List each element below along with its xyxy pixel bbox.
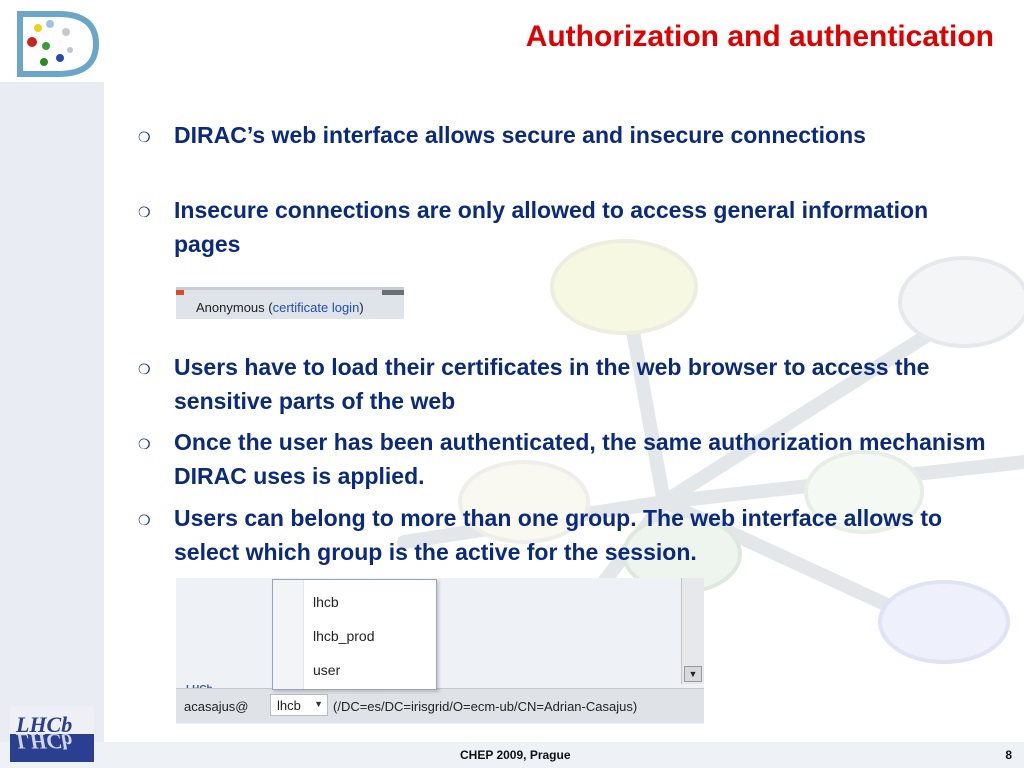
menu-icon-stripe	[273, 580, 304, 689]
group-selector-screenshot: LHCb ▼ acasajus@ lhcb ▼ (/DC=es/DC=irisg…	[176, 578, 704, 724]
slide-sidebar	[0, 82, 104, 742]
lhcb-logo: LHCb LHCb	[10, 706, 94, 762]
slide-title: Authorization and authentication	[525, 20, 994, 53]
anonymous-label: Anonymous (certificate login)	[196, 300, 364, 315]
anonymous-login-bar: Anonymous (certificate login)	[176, 287, 404, 319]
username-label: acasajus@	[184, 699, 249, 714]
session-status-bar: acasajus@ lhcb ▼ (/DC=es/DC=irisgrid/O=e…	[176, 688, 704, 723]
group-select[interactable]: lhcb ▼	[270, 694, 328, 716]
bar-edge-red	[176, 290, 184, 295]
chevron-down-icon: ▼	[314, 699, 323, 709]
scroll-down-icon[interactable]: ▼	[684, 666, 702, 682]
group-dropdown-menu: lhcb lhcb_prod user	[272, 579, 437, 690]
certificate-login-link[interactable]: certificate login	[273, 300, 360, 315]
footer-conference: CHEP 2009, Prague	[460, 748, 571, 762]
menu-item-user[interactable]: user	[313, 662, 340, 678]
menu-item-lhcb-prod[interactable]: lhcb_prod	[313, 628, 375, 644]
menu-item-lhcb[interactable]: lhcb	[313, 594, 339, 610]
certificate-dn: (/DC=es/DC=irisgrid/O=ecm-ub/CN=Adrian-C…	[333, 699, 638, 714]
group-select-value: lhcb	[277, 698, 301, 713]
dirac-logo	[17, 11, 100, 77]
lhcb-logo-reflection: LHCb	[15, 729, 72, 754]
page-number: 8	[1005, 748, 1012, 762]
scrollbar[interactable]: ▼	[681, 578, 704, 684]
bar-edge-gray	[382, 290, 404, 295]
